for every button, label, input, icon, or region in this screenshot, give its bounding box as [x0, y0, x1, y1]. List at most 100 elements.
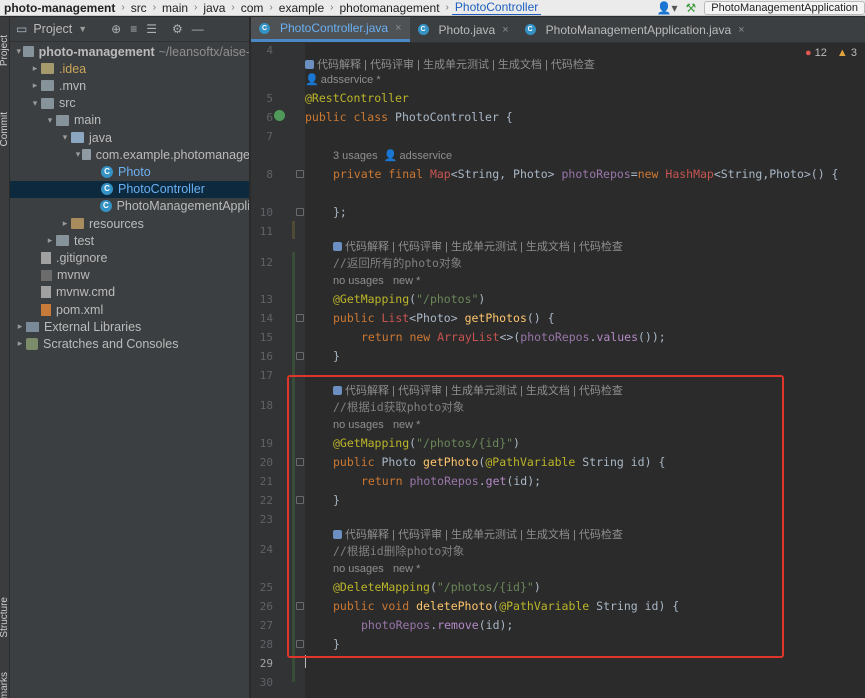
tree-item[interactable]: .gitignore — [10, 249, 249, 266]
close-icon[interactable]: × — [395, 22, 401, 34]
fold-marker-icon[interactable] — [296, 314, 304, 322]
chevron-right-icon[interactable]: ▸ — [14, 321, 26, 332]
chevron-right-icon: › — [121, 2, 125, 13]
file-icon — [41, 286, 51, 299]
library-icon — [26, 321, 39, 332]
usages-hint[interactable]: no usages new * — [333, 275, 420, 287]
run-configuration-select[interactable]: PhotoManagementApplication — [704, 0, 865, 15]
folder-icon — [23, 46, 34, 57]
chevron-down-icon[interactable]: ▾ — [29, 98, 41, 109]
chevron-right-icon[interactable]: ▸ — [14, 338, 26, 349]
chevron-down-icon[interactable]: ▾ — [59, 132, 71, 143]
breadcrumb-item[interactable]: main — [159, 1, 191, 15]
line-number: 24 — [259, 543, 273, 556]
highlight-annotation-box — [287, 375, 784, 658]
expand-all-icon[interactable]: ≡ — [130, 22, 137, 36]
inspection-summary[interactable]: ● 12 ▲ 3 — [805, 47, 857, 59]
line-number: 15 — [259, 331, 273, 344]
tree-item[interactable]: ▸ External Libraries — [10, 318, 249, 335]
close-icon[interactable]: × — [738, 24, 744, 36]
tree-item-label: mvnw.cmd — [56, 285, 116, 300]
person-icon: 👤 — [305, 74, 319, 86]
breadcrumb-item[interactable]: java — [200, 1, 228, 15]
tree-item[interactable]: ▾ com.example.photomanage — [10, 146, 250, 163]
chevron-right-icon: › — [231, 2, 235, 13]
tab-photo[interactable]: C Photo.java × — [410, 17, 517, 42]
tab-photomanagementapplication[interactable]: C PhotoManagementApplication.java × — [517, 17, 753, 42]
tree-item[interactable]: ▸ .mvn — [10, 77, 249, 94]
close-icon[interactable]: × — [502, 24, 508, 36]
maven-file-icon — [41, 303, 51, 316]
chevron-down-icon[interactable]: ▾ — [44, 115, 56, 126]
tree-item-label: resources — [89, 216, 144, 231]
breadcrumb-item[interactable]: com — [238, 1, 267, 15]
code-line-5: @RestController — [305, 91, 409, 105]
line-number: 19 — [259, 437, 273, 450]
tree-item[interactable]: ▾ main — [10, 112, 249, 129]
ai-actions-hint[interactable]: 代码解释 | 代码评审 | 生成单元测试 | 生成文档 | 代码检查 — [333, 238, 623, 254]
tree-item[interactable]: C PhotoManagementAppli — [10, 198, 250, 215]
code-line-6: public class PhotoController { — [305, 110, 513, 124]
tree-item-label: PhotoManagementAppli — [116, 199, 250, 214]
breadcrumb: photo-management › src › main › java › com › … — [0, 0, 865, 16]
run-gutter-icon[interactable] — [274, 110, 285, 121]
error-icon: ● — [804, 47, 812, 59]
usages-hint[interactable]: 3 usages 👤 adsservice — [333, 149, 452, 162]
breadcrumb-item[interactable]: photo-management — [0, 1, 118, 15]
tab-photocontroller[interactable]: C PhotoController.java × — [251, 17, 410, 42]
tree-item[interactable]: ▾ src — [10, 95, 249, 112]
folder-icon — [41, 97, 54, 109]
tree-item[interactable]: pom.xml — [10, 301, 249, 318]
breadcrumb-item[interactable]: example — [276, 1, 327, 15]
warning-count: 3 — [850, 47, 857, 59]
chevron-right-icon: › — [152, 2, 157, 13]
fold-marker-icon[interactable] — [296, 170, 304, 178]
fold-marker-icon[interactable] — [296, 352, 304, 360]
collapse-all-icon[interactable]: ☰ — [146, 22, 157, 36]
tree-item[interactable]: ▾ java — [10, 129, 249, 146]
chevron-down-icon[interactable]: ▾ — [74, 149, 82, 160]
tree-item[interactable]: C Photo — [10, 163, 249, 180]
tree-item[interactable]: mvnw — [10, 267, 249, 284]
tree-item-path: ~/leansoftx/aise- — [158, 44, 250, 59]
gear-icon[interactable]: ⚙ — [172, 22, 183, 36]
tree-item-label: pom.xml — [56, 302, 104, 317]
hide-icon[interactable]: — — [192, 22, 204, 36]
project-view-selector[interactable]: Project — [33, 22, 72, 36]
chevron-down-icon[interactable]: ▼ — [78, 24, 87, 34]
chevron-right-icon[interactable]: ▸ — [44, 235, 56, 246]
build-hammer-icon[interactable]: ⚒ — [685, 1, 696, 15]
code-line-12: //返回所有的photo对象 — [333, 256, 462, 270]
tree-item-label: .idea — [59, 61, 87, 76]
fold-marker-icon[interactable] — [296, 208, 304, 216]
tab-label: Photo.java — [438, 22, 496, 37]
chevron-right-icon[interactable]: ▸ — [29, 63, 41, 74]
user-icon[interactable]: 👤▾ — [657, 1, 678, 15]
breadcrumb-item[interactable]: src — [128, 1, 150, 15]
chevron-right-icon[interactable]: ▸ — [29, 80, 41, 91]
tree-item-label: com.example.photomanage — [95, 147, 250, 162]
tree-item-label: test — [74, 233, 95, 248]
locate-icon[interactable]: ⊕ — [111, 22, 121, 36]
line-number: 14 — [259, 312, 273, 325]
tree-item[interactable]: C PhotoController — [10, 180, 249, 198]
tree-item[interactable]: ▸ resources — [10, 215, 249, 232]
chevron-down-icon[interactable]: ▾ — [14, 46, 23, 57]
chevron-right-icon[interactable]: ▸ — [59, 218, 71, 229]
author-label: adsservice * — [320, 74, 381, 86]
ai-actions-hint[interactable]: 代码解释 | 代码评审 | 生成单元测试 | 生成文档 | 代码检查 — [305, 56, 595, 72]
code-line-10: }; — [333, 205, 347, 219]
breadcrumb-item[interactable]: photomanagement — [336, 1, 442, 15]
tree-item-label: External Libraries — [44, 319, 142, 334]
breadcrumb-item-current[interactable]: PhotoController — [451, 0, 542, 15]
tree-item[interactable]: ▸ Scratches and Consoles — [10, 335, 249, 352]
tree-item[interactable]: ▾ photo-management ~/leansoftx/aise- — [10, 43, 250, 60]
tree-item[interactable]: mvnw.cmd — [10, 284, 249, 301]
class-icon: C — [100, 200, 112, 213]
tree-item[interactable]: ▸ test — [10, 232, 249, 249]
line-number: 7 — [266, 130, 273, 143]
folder-icon — [41, 63, 54, 75]
tree-item[interactable]: ▸ .idea — [10, 60, 249, 77]
code-line-14: public List<Photo> getPhotos() { — [333, 311, 555, 325]
line-number: 27 — [259, 619, 273, 632]
